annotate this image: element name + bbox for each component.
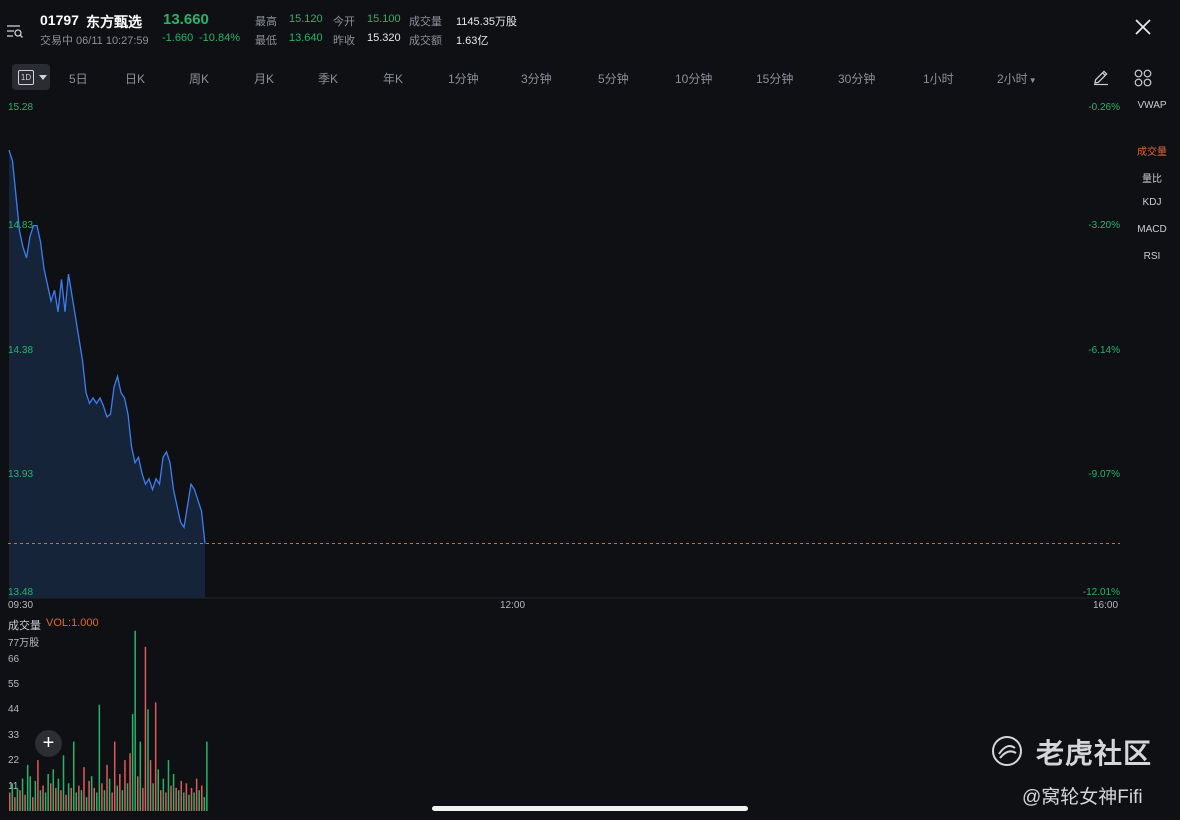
volume-bar: [190, 787, 193, 811]
volume-bar: [201, 785, 203, 811]
volume-bar: [144, 646, 147, 811]
volume-bar: [108, 778, 111, 811]
volume-bar: [193, 792, 195, 811]
volume-bar: [142, 787, 144, 811]
volume-bar: [124, 760, 126, 811]
volume-bar: [170, 785, 172, 811]
volume-bar: [65, 794, 67, 811]
volume-bar: [119, 774, 121, 811]
plus-icon[interactable]: +: [35, 730, 62, 757]
volume-bar: [21, 778, 24, 811]
volume-bar: [19, 790, 21, 811]
volume-bar: [165, 792, 167, 811]
volume-bar: [78, 785, 80, 811]
volume-bar: [39, 790, 42, 811]
volume-bar: [80, 790, 83, 811]
volume-bar: [116, 785, 119, 811]
volume-bar: [206, 741, 208, 811]
volume-bar: [185, 783, 188, 811]
volume-bar: [180, 780, 183, 811]
volume-bar: [67, 783, 70, 811]
volume-bar: [111, 792, 113, 811]
volume-bar: [26, 764, 29, 811]
volume-bar: [90, 776, 93, 811]
volume-bar: [11, 783, 14, 811]
volume-bar: [60, 790, 62, 811]
volume-bar: [172, 774, 175, 811]
volume-bar: [137, 776, 139, 811]
volume-bar: [96, 792, 98, 811]
volume-bar: [149, 760, 152, 811]
home-indicator: [432, 806, 748, 811]
volume-bar: [85, 797, 88, 811]
volume-bar: [14, 797, 16, 811]
volume-bar: [29, 776, 31, 811]
volume-bar: [154, 702, 157, 811]
volume-bar: [147, 709, 149, 811]
volume-bar: [16, 787, 19, 811]
volume-bar: [9, 792, 11, 811]
volume-bar: [47, 774, 49, 811]
volume-bar: [195, 778, 198, 811]
volume-bar: [44, 792, 47, 811]
volume-bar: [75, 792, 78, 811]
volume-bar: [32, 797, 34, 811]
volume-bar: [126, 783, 129, 811]
volume-bar: [37, 760, 39, 811]
volume-bar: [49, 783, 52, 811]
volume-bar: [34, 780, 37, 811]
volume-bar: [98, 704, 101, 811]
volume-bar: [121, 790, 124, 811]
volume-bar: [24, 794, 26, 811]
volume-bar: [167, 760, 170, 811]
watermark-author: @窝轮女神Fifi: [1022, 787, 1143, 808]
volume-bar: [203, 797, 206, 811]
volume-bar: [52, 769, 55, 811]
volume-bar: [129, 753, 131, 811]
volume-bar: [88, 780, 90, 811]
volume-bar: [93, 787, 95, 811]
volume-bar: [152, 783, 154, 811]
volume-bar: [131, 713, 134, 811]
volume-bar: [55, 787, 57, 811]
tiger-logo-icon: [990, 734, 1024, 768]
volume-bar: [198, 790, 200, 811]
volume-bar: [57, 778, 60, 811]
volume-bar: [175, 787, 177, 811]
volume-bar: [106, 764, 108, 811]
volume-bar: [70, 787, 72, 811]
volume-bar: [103, 790, 106, 811]
volume-bar: [113, 741, 116, 811]
volume-bar: [188, 794, 190, 811]
volume-bar: [157, 769, 159, 811]
volume-bar: [162, 778, 165, 811]
volume-bar: [177, 790, 180, 811]
volume-bar: [73, 741, 75, 811]
volume-bar: [101, 783, 103, 811]
volume-bar: [183, 792, 185, 811]
watermark-brand: 老虎社区: [1036, 738, 1153, 769]
volume-chart[interactable]: [0, 0, 1180, 820]
volume-bar: [160, 790, 162, 811]
volume-bar: [62, 755, 65, 811]
volume-bar: [139, 741, 142, 811]
volume-bar: [134, 630, 136, 811]
volume-bar: [83, 767, 85, 811]
volume-bar: [42, 785, 44, 811]
